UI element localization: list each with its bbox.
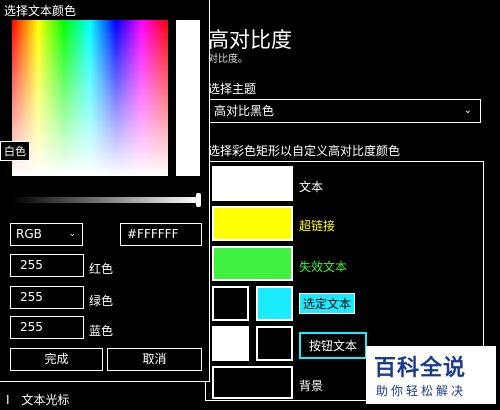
color-picker-flyout: 选择文本颜色 RGB ⌄ #FFFFFF 255 红色 255 绿色 255 蓝… [0, 0, 210, 382]
chevron-down-icon: ⌄ [463, 105, 472, 116]
swatch-selected-text[interactable] [256, 286, 293, 321]
swatch-button-face[interactable] [212, 326, 249, 361]
theme-dropdown[interactable]: 高对比黑色 ⌄ [207, 99, 481, 123]
blue-label: 蓝色 [89, 324, 114, 338]
theme-label: 选择主题 [208, 82, 257, 96]
swatch-text[interactable] [212, 166, 293, 201]
blue-input[interactable]: 255 [10, 316, 84, 339]
hex-input[interactable]: #FFFFFF [120, 223, 202, 246]
color-preview [176, 20, 200, 176]
red-input[interactable]: 255 [10, 254, 84, 277]
watermark-logo: 百科全说 助你轻松解决 [366, 346, 496, 404]
red-label: 红色 [89, 262, 114, 276]
cancel-button[interactable]: 取消 [107, 348, 202, 371]
nav-item-text-cursor-label: 文本光标 [21, 393, 70, 407]
done-button[interactable]: 完成 [10, 348, 103, 371]
swatch-disabled-text[interactable] [212, 246, 293, 281]
page-subtitle: 对比度。 [208, 54, 248, 65]
swatch-text-label: 文本 [299, 180, 324, 194]
swatch-button-text[interactable] [256, 326, 293, 361]
swatch-hyperlink[interactable] [212, 206, 293, 241]
swatch-background-label: 背景 [299, 379, 324, 393]
green-input[interactable]: 255 [10, 286, 84, 309]
green-label: 绿色 [89, 294, 114, 308]
swatch-selected-background[interactable] [212, 286, 249, 321]
watermark-title: 百科全说 [374, 356, 467, 381]
color-picker-title: 选择文本颜色 [4, 4, 77, 18]
swatch-selected-text-label: 选定文本 [299, 293, 356, 314]
brightness-slider[interactable] [12, 197, 200, 203]
nav-item-text-cursor[interactable]: I 文本光标 [6, 391, 69, 408]
color-spectrum[interactable] [12, 20, 168, 176]
chevron-down-icon: ⌄ [68, 229, 76, 239]
theme-dropdown-value: 高对比黑色 [214, 104, 275, 118]
color-mode-value: RGB [16, 227, 42, 241]
text-cursor-icon: I [6, 393, 10, 407]
colors-label: 选择彩色矩形以自定义高对比度颜色 [208, 144, 401, 158]
swatch-background[interactable] [212, 366, 293, 399]
swatch-hyperlink-label: 超链接 [299, 219, 336, 233]
color-name-tooltip: 白色 [0, 141, 30, 161]
color-mode-dropdown[interactable]: RGB ⌄ [10, 223, 83, 246]
swatch-button-text-label: 按钮文本 [299, 332, 368, 359]
watermark-slogan: 助你轻松解决 [376, 384, 467, 398]
swatch-disabled-text-label: 失效文本 [299, 260, 348, 274]
brightness-slider-thumb[interactable] [196, 193, 201, 207]
